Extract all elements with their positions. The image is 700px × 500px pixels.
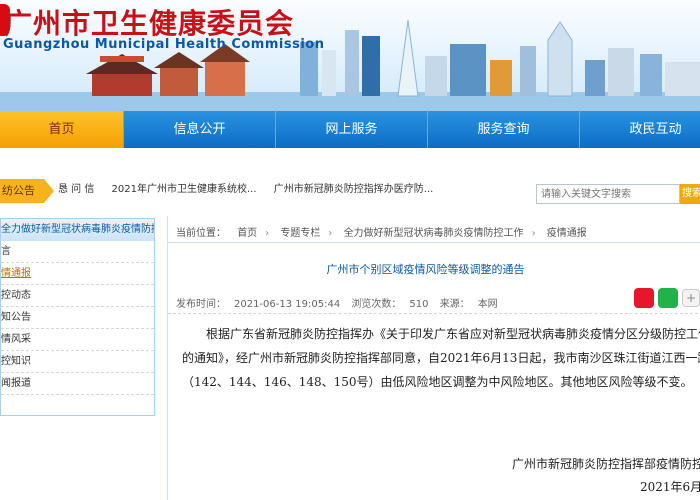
notice-item[interactable]: 广州市新冠肺炎防控指挥办医疗防... <box>274 184 434 195</box>
divider <box>168 242 700 243</box>
breadcrumb-separator: › <box>328 228 333 239</box>
article-paragraph: 根据广东省新冠肺炎防控指挥办《关于印发广东省应对新型冠状病毒肺炎疫情分区分级防控… <box>182 327 700 389</box>
main-nav: 首页 信息公开 网上服务 服务查询 政民互动 <box>0 111 700 148</box>
divider <box>168 313 700 314</box>
article-title: 广州市个别区域疫情风险等级调整的通告 <box>326 263 525 276</box>
nav-home[interactable]: 首页 <box>0 111 124 148</box>
site-subtitle: Guangzhou Municipal Health Commission <box>3 37 325 52</box>
search-input[interactable] <box>536 184 680 204</box>
article-date: 2021年6月13日 <box>640 480 700 494</box>
nav-info-disclosure[interactable]: 信息公开 <box>124 111 276 148</box>
sidebar-item-control-news[interactable]: 控动态 <box>1 285 154 307</box>
sidebar-item-heroes[interactable]: 情风采 <box>1 329 154 351</box>
breadcrumb-item[interactable]: 专题专栏 <box>280 228 320 239</box>
article-body: 根据广东省新冠肺炎防控指挥办《关于印发广东省应对新型冠状病毒肺炎疫情分区分级防控… <box>182 322 700 394</box>
sidebar-item-reports[interactable]: 闻报道 <box>1 373 154 395</box>
breadcrumb-separator: › <box>531 228 536 239</box>
sidebar-item-notices[interactable]: 知公告 <box>1 307 154 329</box>
breadcrumb-item[interactable]: 疫情通报 <box>547 228 587 239</box>
views-label: 浏览次数： <box>351 299 402 310</box>
publish-time: 2021-06-13 19:05:44 <box>234 299 341 310</box>
source: 本网 <box>477 299 498 310</box>
wechat-share-icon[interactable] <box>658 288 678 308</box>
search-button[interactable]: 搜索 <box>680 184 700 204</box>
nav-service-query[interactable]: 服务查询 <box>428 111 580 148</box>
more-share-icon[interactable]: + <box>682 289 700 307</box>
breadcrumb-item[interactable]: 首页 <box>237 228 257 239</box>
nav-interaction[interactable]: 政民互动 <box>580 111 700 148</box>
breadcrumb-separator: › <box>265 228 270 239</box>
notice-item[interactable]: 2021年广州市卫生健康系统校... <box>112 184 257 195</box>
breadcrumb-item[interactable]: 全力做好新型冠状病毒肺炎疫情防控工作 <box>344 228 524 239</box>
sidebar-title: 全力做好新型冠状病毒肺炎疫情防控工 <box>1 219 154 241</box>
weibo-share-icon[interactable] <box>634 288 654 308</box>
notice-tag: 纺公告 <box>0 179 54 203</box>
article-panel: 当前位置： 首页 › 专题专栏 › 全力做好新型冠状病毒肺炎疫情防控工作 › 疫情通报… <box>167 216 700 500</box>
view-count: 510 <box>409 299 429 310</box>
nav-online-service[interactable]: 网上服务 <box>276 111 428 148</box>
sidebar: 全力做好新型冠状病毒肺炎疫情防控工 言 情通报 控动态 知公告 情风采 控知识 … <box>0 218 155 416</box>
share-buttons: + <box>634 288 700 310</box>
sidebar-item-epidemic-report[interactable]: 情通报 <box>1 263 154 285</box>
breadcrumb-prefix: 当前位置： <box>176 228 226 239</box>
site-banner: 广州市卫生健康委员会 Guangzhou Municipal Health Co… <box>0 0 700 111</box>
site-title: 广州市卫生健康委员会 <box>4 7 295 40</box>
breadcrumb: 当前位置： 首页 › 专题专栏 › 全力做好新型冠状病毒肺炎疫情防控工作 › 疫情通报 <box>176 224 595 239</box>
source-label: 来源： <box>439 299 470 310</box>
article-meta: 发布时间： 2021-06-13 19:05:44 浏览次数： 510 来源： 本网 <box>176 295 506 310</box>
sidebar-item-knowledge[interactable]: 控知识 <box>1 351 154 373</box>
publish-label: 发布时间： <box>176 299 226 310</box>
sidebar-item-preface[interactable]: 言 <box>1 241 154 263</box>
notice-marquee: 恳 问 信 2021年广州市卫生健康系统校... 广州市新冠肺炎防控指挥办医疗防… <box>58 180 447 200</box>
article-signature: 广州市新冠肺炎防控指挥部疫情防控 <box>512 457 700 471</box>
notice-item[interactable]: 恳 问 信 <box>58 184 94 195</box>
